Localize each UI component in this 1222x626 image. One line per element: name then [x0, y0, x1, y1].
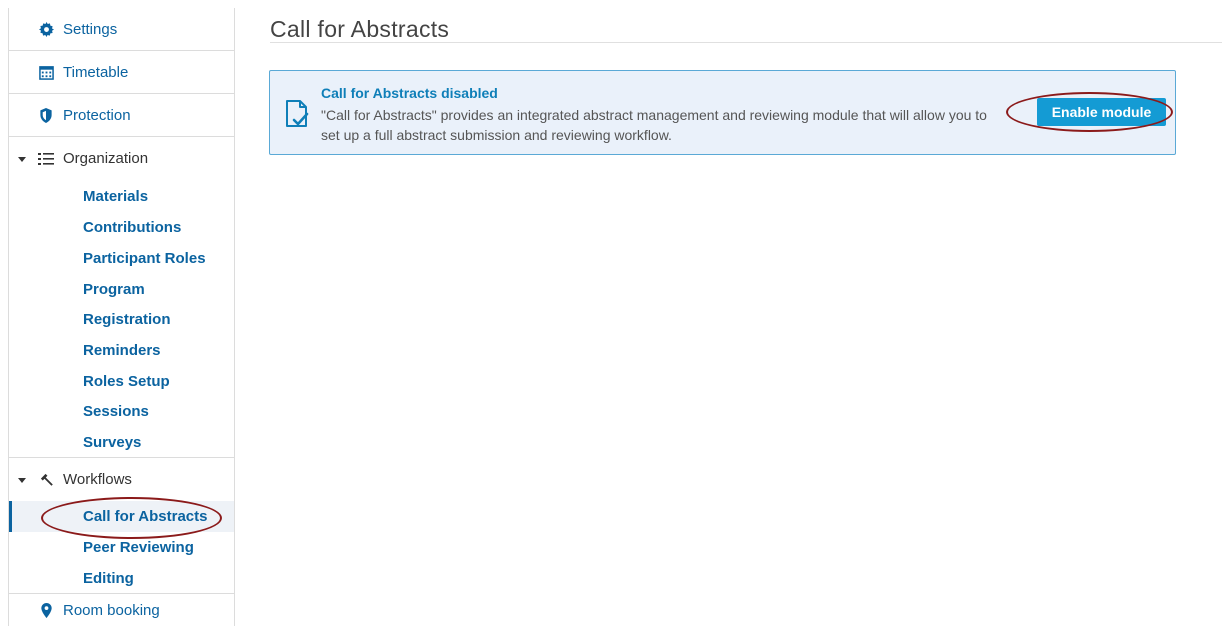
sidebar-item-label: Settings	[63, 20, 118, 38]
map-marker-icon	[38, 602, 54, 618]
sidebar-group-label: Workflows	[63, 471, 132, 488]
shield-icon	[38, 107, 54, 123]
sidebar-item-materials[interactable]: Materials	[9, 181, 234, 212]
caret-down-icon	[18, 471, 26, 489]
notice-text-line-1: "Call for Abstracts" provides an integra…	[321, 107, 987, 123]
sidebar-item-protection[interactable]: Protection	[9, 94, 234, 137]
page-title: Call for Abstracts	[270, 16, 450, 42]
sidebar-item-registration[interactable]: Registration	[9, 304, 234, 335]
sidebar-item-contributions[interactable]: Contributions	[9, 212, 234, 243]
gavel-icon	[38, 472, 54, 488]
notice-text: "Call for Abstracts" provides an integra…	[321, 105, 1041, 145]
sidebar-item-surveys[interactable]: Surveys	[9, 427, 234, 458]
sidebar-item-label: Room booking	[63, 601, 160, 619]
notice-title: Call for Abstracts disabled	[321, 85, 498, 101]
calendar-icon	[38, 64, 54, 80]
sidebar-item-peer-reviewing[interactable]: Peer Reviewing	[9, 532, 234, 563]
sidebar-item-participant-roles[interactable]: Participant Roles	[9, 243, 234, 274]
enable-module-button[interactable]: Enable module	[1037, 98, 1166, 126]
sidebar-item-timetable[interactable]: Timetable	[9, 51, 234, 94]
sidebar-item-roles-setup[interactable]: Roles Setup	[9, 366, 234, 397]
sidebar: Settings Timetable Protection Organizati…	[8, 8, 235, 626]
sidebar-item-sessions[interactable]: Sessions	[9, 396, 234, 427]
gear-icon	[38, 21, 54, 37]
sidebar-item-call-for-abstracts[interactable]: Call for Abstracts	[9, 501, 234, 532]
sidebar-group-organization[interactable]: Organization	[9, 137, 234, 180]
sidebar-item-label: Protection	[63, 106, 131, 124]
sidebar-item-room-booking[interactable]: Room booking	[9, 594, 234, 626]
sidebar-item-editing[interactable]: Editing	[9, 563, 234, 594]
sidebar-group-workflows[interactable]: Workflows	[9, 458, 234, 501]
caret-down-icon	[18, 150, 26, 168]
module-disabled-notice: Call for Abstracts disabled "Call for Ab…	[269, 70, 1176, 155]
sidebar-item-settings[interactable]: Settings	[9, 8, 234, 51]
list-icon	[38, 151, 54, 167]
sidebar-item-program[interactable]: Program	[9, 274, 234, 305]
title-divider	[270, 42, 1222, 43]
sidebar-item-label: Timetable	[63, 63, 129, 81]
sidebar-item-reminders[interactable]: Reminders	[9, 335, 234, 366]
sidebar-group-label: Organization	[63, 150, 149, 167]
document-check-icon	[284, 99, 310, 134]
notice-text-line-2: set up a full abstract submission and re…	[321, 127, 672, 143]
